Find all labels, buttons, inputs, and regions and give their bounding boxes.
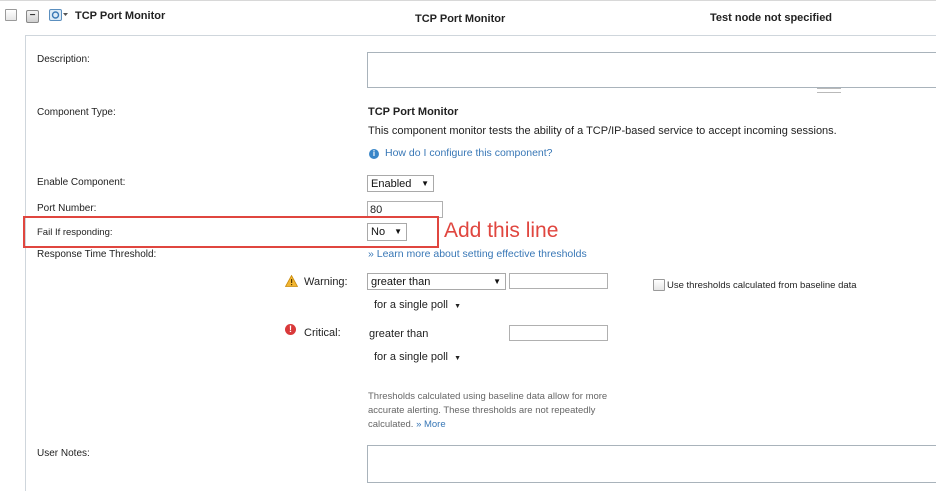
info-icon: i (369, 149, 379, 159)
user-notes-field[interactable] (367, 445, 936, 483)
annotation-highlight-box (23, 216, 439, 248)
enable-component-label: Enable Component: (37, 177, 126, 188)
component-type-icon[interactable] (49, 9, 69, 21)
critical-threshold-input[interactable] (509, 325, 608, 341)
component-type-column: TCP Port Monitor (415, 13, 506, 25)
collapse-toggle-button[interactable]: − (26, 10, 39, 23)
warning-label: Warning: (304, 276, 348, 288)
warning-operator-value: greater than (371, 276, 431, 288)
resize-grip-icon[interactable] (817, 88, 841, 93)
critical-icon: ! (285, 324, 296, 335)
warning-threshold-input[interactable] (509, 273, 608, 289)
port-number-label: Port Number: (37, 203, 97, 214)
more-link[interactable]: » More (416, 419, 446, 430)
dropdown-arrow-icon: ▼ (454, 303, 461, 310)
description-label: Description: (37, 54, 90, 65)
response-time-label: Response Time Threshold: (37, 249, 157, 260)
dropdown-arrow-icon: ▼ (421, 179, 429, 188)
critical-poll-select[interactable]: for a single poll ▼ (374, 351, 461, 363)
learn-more-link[interactable]: » Learn more about setting effective thr… (368, 248, 587, 260)
baseline-checkbox-label: Use thresholds calculated from baseline … (667, 280, 857, 291)
dropdown-arrow-icon: ▼ (493, 277, 501, 286)
port-number-value: 80 (370, 204, 383, 216)
top-divider (0, 0, 936, 5)
baseline-note: Thresholds calculated using baseline dat… (368, 390, 638, 432)
critical-operator-value: greater than (369, 328, 429, 340)
annotation-text: Add this line (444, 219, 559, 242)
baseline-note-text: Thresholds calculated using baseline dat… (368, 391, 608, 430)
warning-poll-value: for a single poll (374, 299, 448, 311)
help-link[interactable]: How do I configure this component? (385, 147, 553, 159)
enable-component-select[interactable]: Enabled ▼ (367, 175, 434, 192)
component-type-value: TCP Port Monitor (368, 106, 459, 118)
warning-operator-select[interactable]: greater than ▼ (367, 273, 506, 290)
component-description-text: This component monitor tests the ability… (368, 125, 837, 137)
test-status-column: Test node not specified (710, 12, 833, 24)
select-component-checkbox[interactable] (5, 9, 17, 21)
warning-poll-select[interactable]: for a single poll ▼ (374, 299, 461, 311)
critical-label: Critical: (304, 327, 341, 339)
enable-component-value: Enabled (371, 178, 412, 190)
user-notes-label: User Notes: (37, 448, 90, 459)
component-title: TCP Port Monitor (75, 10, 166, 22)
critical-poll-value: for a single poll (374, 351, 448, 363)
description-field[interactable] (367, 52, 936, 88)
dropdown-arrow-icon: ▼ (454, 355, 461, 362)
component-type-label: Component Type: (37, 107, 116, 118)
warning-icon (284, 274, 299, 287)
